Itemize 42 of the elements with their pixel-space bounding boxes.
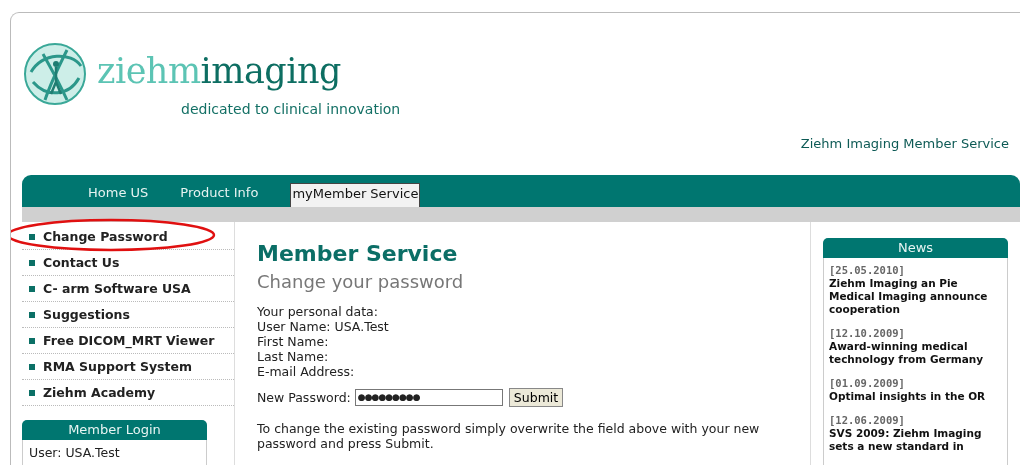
personal-data-line: First Name: [257,334,330,349]
help-text: To change the existing password simply overwrite the field above with your new password and press Submit. [257,421,761,451]
bullet-icon [29,311,35,318]
page-title: Member Service [257,240,459,268]
nav-tab[interactable]: Home US [88,183,149,207]
news-date: [12.06.2009] [829,414,906,427]
sidebar-link[interactable]: C- arm Software USA [43,281,191,296]
sidebar-link[interactable]: Free DICOM_MRT Viewer [43,333,215,348]
globe-logo-icon [23,42,87,106]
member-service-link[interactable]: Ziehm Imaging Member Service [800,136,1009,151]
nav-tab[interactable]: myMember Service [290,183,421,207]
personal-data-line: E-mail Address: [257,364,356,379]
bullet-icon [29,259,35,266]
bullet-icon [29,363,35,370]
bullet-icon [29,233,35,240]
sidebar-link[interactable]: Ziehm Academy [43,385,156,400]
bullet-icon [29,389,35,396]
password-label: New Password: [257,390,351,405]
sidebar-link[interactable]: Contact Us [43,255,120,270]
logo-tagline: dedicated to clinical innovation [181,101,401,117]
bullet-icon [29,337,35,344]
news-date: [01.09.2009] [829,377,906,390]
panel-title: Member Login [22,420,207,440]
news-headline[interactable]: Award-winning medical technology from Germany [829,340,1003,366]
panel-title: News [823,238,1008,258]
page-subtitle: Change your password [257,270,465,294]
sidebar-link[interactable]: RMA Support System [43,359,193,374]
user-text: User: USA.Test [28,444,121,462]
submit-button[interactable]: Submit [508,388,564,407]
personal-data-line: Your personal data: [257,304,379,319]
personal-data-line: User Name: USA.Test [257,319,390,334]
brand-logo-text: ziehmimaging [97,54,341,89]
news-headline[interactable]: Optimal insights in the OR [829,390,1003,403]
personal-data-line: Last Name: [257,349,330,364]
password-field[interactable]: ●●●●●●●●● [354,389,503,406]
news-date: [25.05.2010] [829,264,906,277]
bullet-icon [29,285,35,292]
nav-tab[interactable]: Product Info [180,183,259,207]
sidebar-link[interactable]: Suggestions [43,307,130,322]
news-headline[interactable]: Ziehm Imaging an Pie Medical Imaging announce cooperation [829,277,1003,316]
news-headline[interactable]: SVS 2009: Ziehm Imaging sets a new standard in [829,427,1003,453]
news-date: [12.10.2009] [829,327,906,340]
